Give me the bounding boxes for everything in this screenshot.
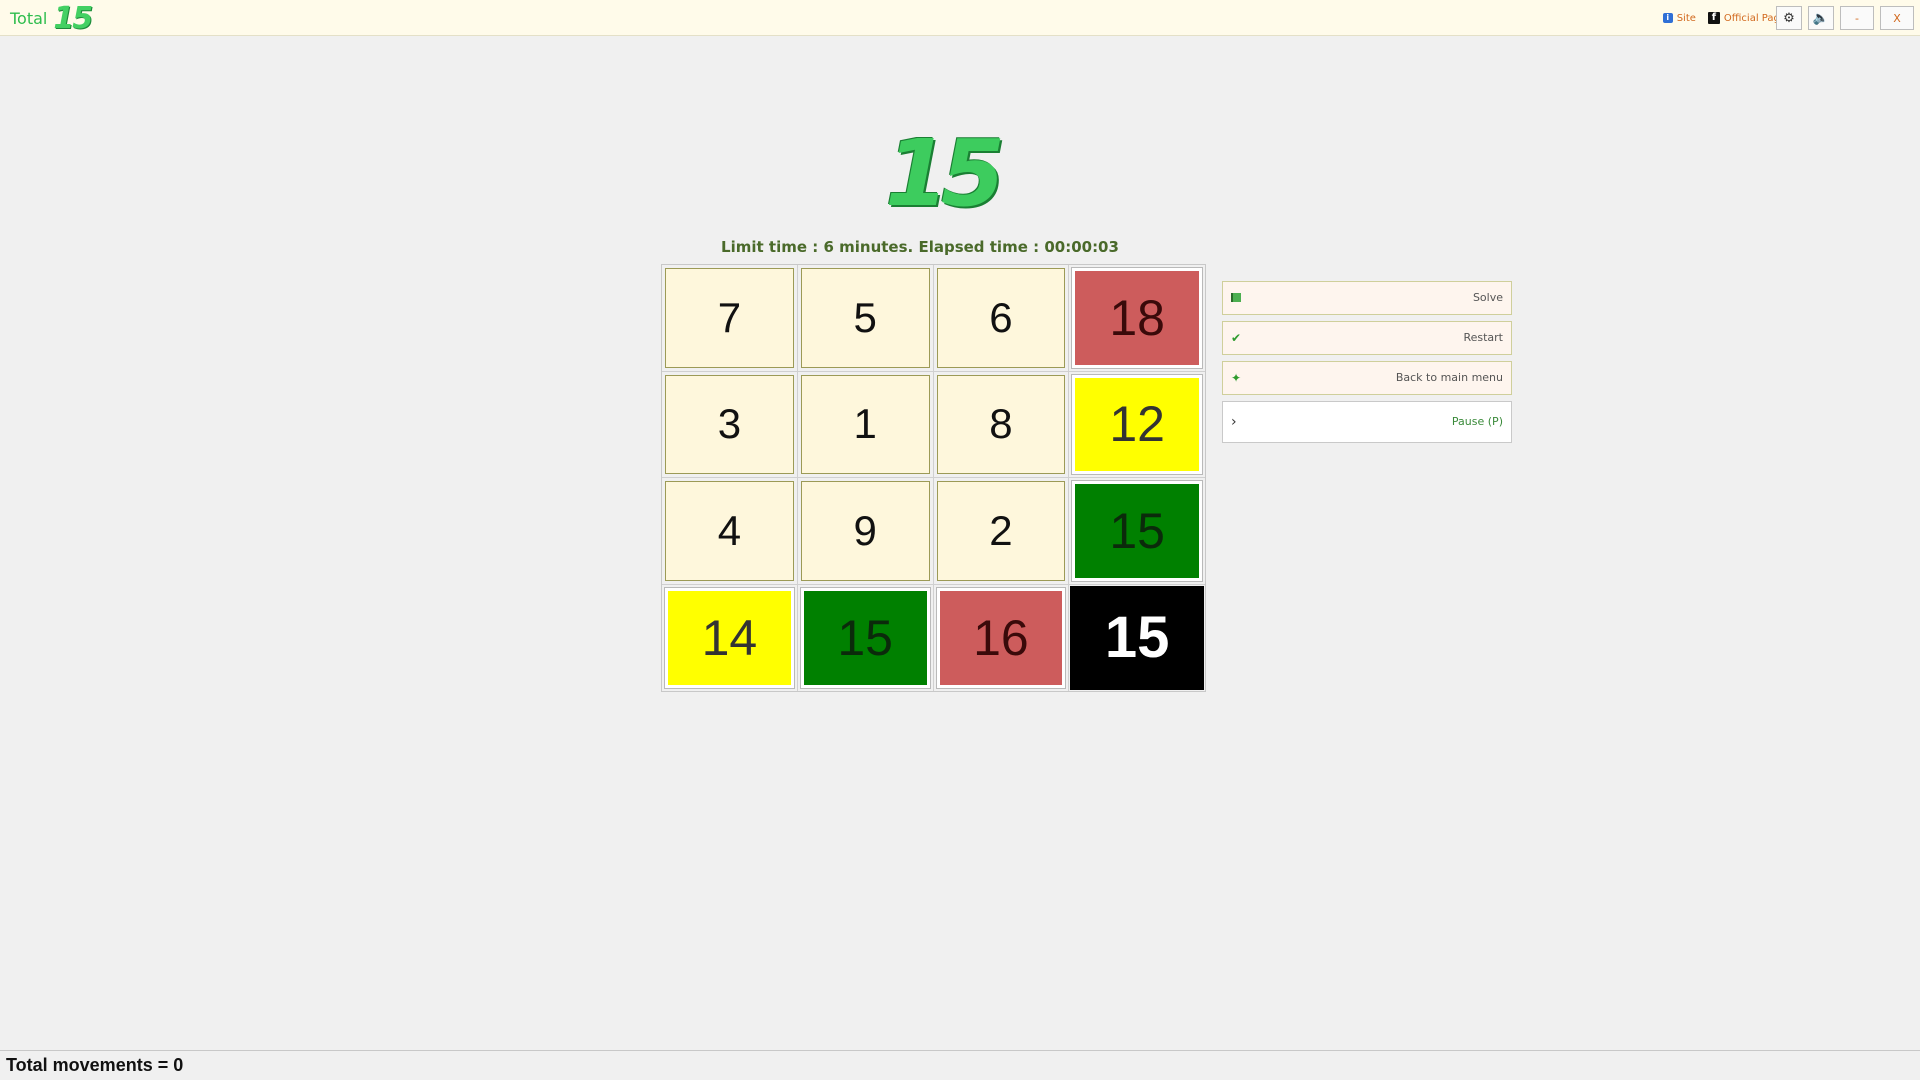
status-bar: Total movements = 0 [0, 1050, 1920, 1080]
app-brand: Total 15 [10, 0, 93, 36]
board-cell: 7 [662, 265, 798, 372]
tile[interactable]: 15 [1071, 480, 1203, 582]
sound-button[interactable]: 🔈 [1808, 6, 1834, 30]
board-cell: 6 [933, 265, 1070, 372]
tile[interactable]: 6 [936, 268, 1066, 368]
window-controls: ⚙ 🔈 - X [1776, 6, 1914, 30]
timer-text: Limit time : 6 minutes. Elapsed time : 0… [721, 238, 1119, 256]
facebook-icon: f [1707, 12, 1720, 24]
tile[interactable]: 2 [936, 481, 1066, 581]
minimize-button[interactable]: - [1840, 6, 1874, 30]
tile[interactable]: 5 [800, 268, 930, 368]
board-cell: 12 [1069, 372, 1205, 478]
site-link[interactable]: i Site [1662, 12, 1696, 24]
speaker-icon: 🔈 [1812, 10, 1830, 26]
tile[interactable]: 16 [935, 586, 1067, 689]
board-cell: 15 [1069, 585, 1205, 692]
info-icon: i [1662, 13, 1673, 23]
solve-button[interactable]: Solve [1222, 281, 1512, 315]
back-to-main-menu-button[interactable]: ✦ Back to main menu [1222, 361, 1512, 395]
gear-icon: ⚙ [1783, 10, 1795, 26]
board-cell: 15 [1069, 478, 1205, 585]
chevron-right-icon: › [1231, 414, 1237, 430]
pause-label: Pause (P) [1451, 415, 1503, 428]
puzzle-board: 7 5 6 18 3 1 8 12 4 9 2 15 14 15 16 15 [661, 264, 1206, 692]
header-links: i Site f Official Page [1662, 0, 1786, 36]
tile[interactable]: 9 [800, 481, 930, 581]
site-link-label: Site [1676, 12, 1696, 24]
tile[interactable]: 14 [664, 586, 795, 689]
restart-button[interactable]: ✔ Restart [1222, 321, 1512, 355]
board-cell: 2 [933, 478, 1070, 585]
board-cell: 1 [797, 371, 934, 478]
restart-label: Restart [1463, 331, 1503, 344]
tile[interactable]: 8 [936, 374, 1066, 474]
board-cell: 18 [1069, 265, 1205, 372]
tile[interactable]: 12 [1071, 373, 1203, 475]
board-cell: 4 [662, 478, 798, 585]
back-label: Back to main menu [1395, 371, 1503, 384]
checkmark-icon: ✔ [1231, 331, 1242, 345]
board-cell: 14 [662, 584, 798, 691]
pause-button[interactable]: › Pause (P) [1222, 401, 1512, 443]
close-button[interactable]: X [1880, 6, 1914, 30]
tile[interactable]: 3 [665, 374, 794, 474]
tile[interactable]: 4 [665, 481, 794, 581]
settings-button[interactable]: ⚙ [1776, 6, 1802, 30]
flag-icon [1231, 291, 1245, 305]
tile[interactable]: 18 [1071, 267, 1203, 369]
solve-label: Solve [1472, 291, 1503, 304]
official-page-link[interactable]: f Official Page [1707, 12, 1786, 24]
tile[interactable]: 1 [800, 374, 930, 474]
board-cell: 15 [798, 584, 934, 691]
board-cell: 5 [797, 265, 934, 372]
board-cell: 8 [933, 371, 1070, 478]
tile[interactable]: 15 [799, 586, 931, 689]
board-cell: 16 [934, 584, 1070, 691]
tile[interactable]: 7 [665, 268, 794, 368]
game-logo: 15 [885, 120, 1005, 227]
side-menu: Solve ✔ Restart ✦ Back to main menu › Pa… [1222, 281, 1512, 449]
tile[interactable]: 15 [1070, 585, 1204, 690]
board-cell: 3 [662, 371, 798, 478]
app-title-number: 15 [53, 0, 93, 36]
total-movements: Total movements = 0 [6, 1055, 184, 1075]
board-cell: 9 [797, 478, 934, 585]
home-icon: ✦ [1231, 371, 1242, 385]
app-title-word: Total [10, 8, 48, 28]
top-bar: Total 15 i Site f Official Page ⚙ 🔈 - X [0, 0, 1920, 36]
